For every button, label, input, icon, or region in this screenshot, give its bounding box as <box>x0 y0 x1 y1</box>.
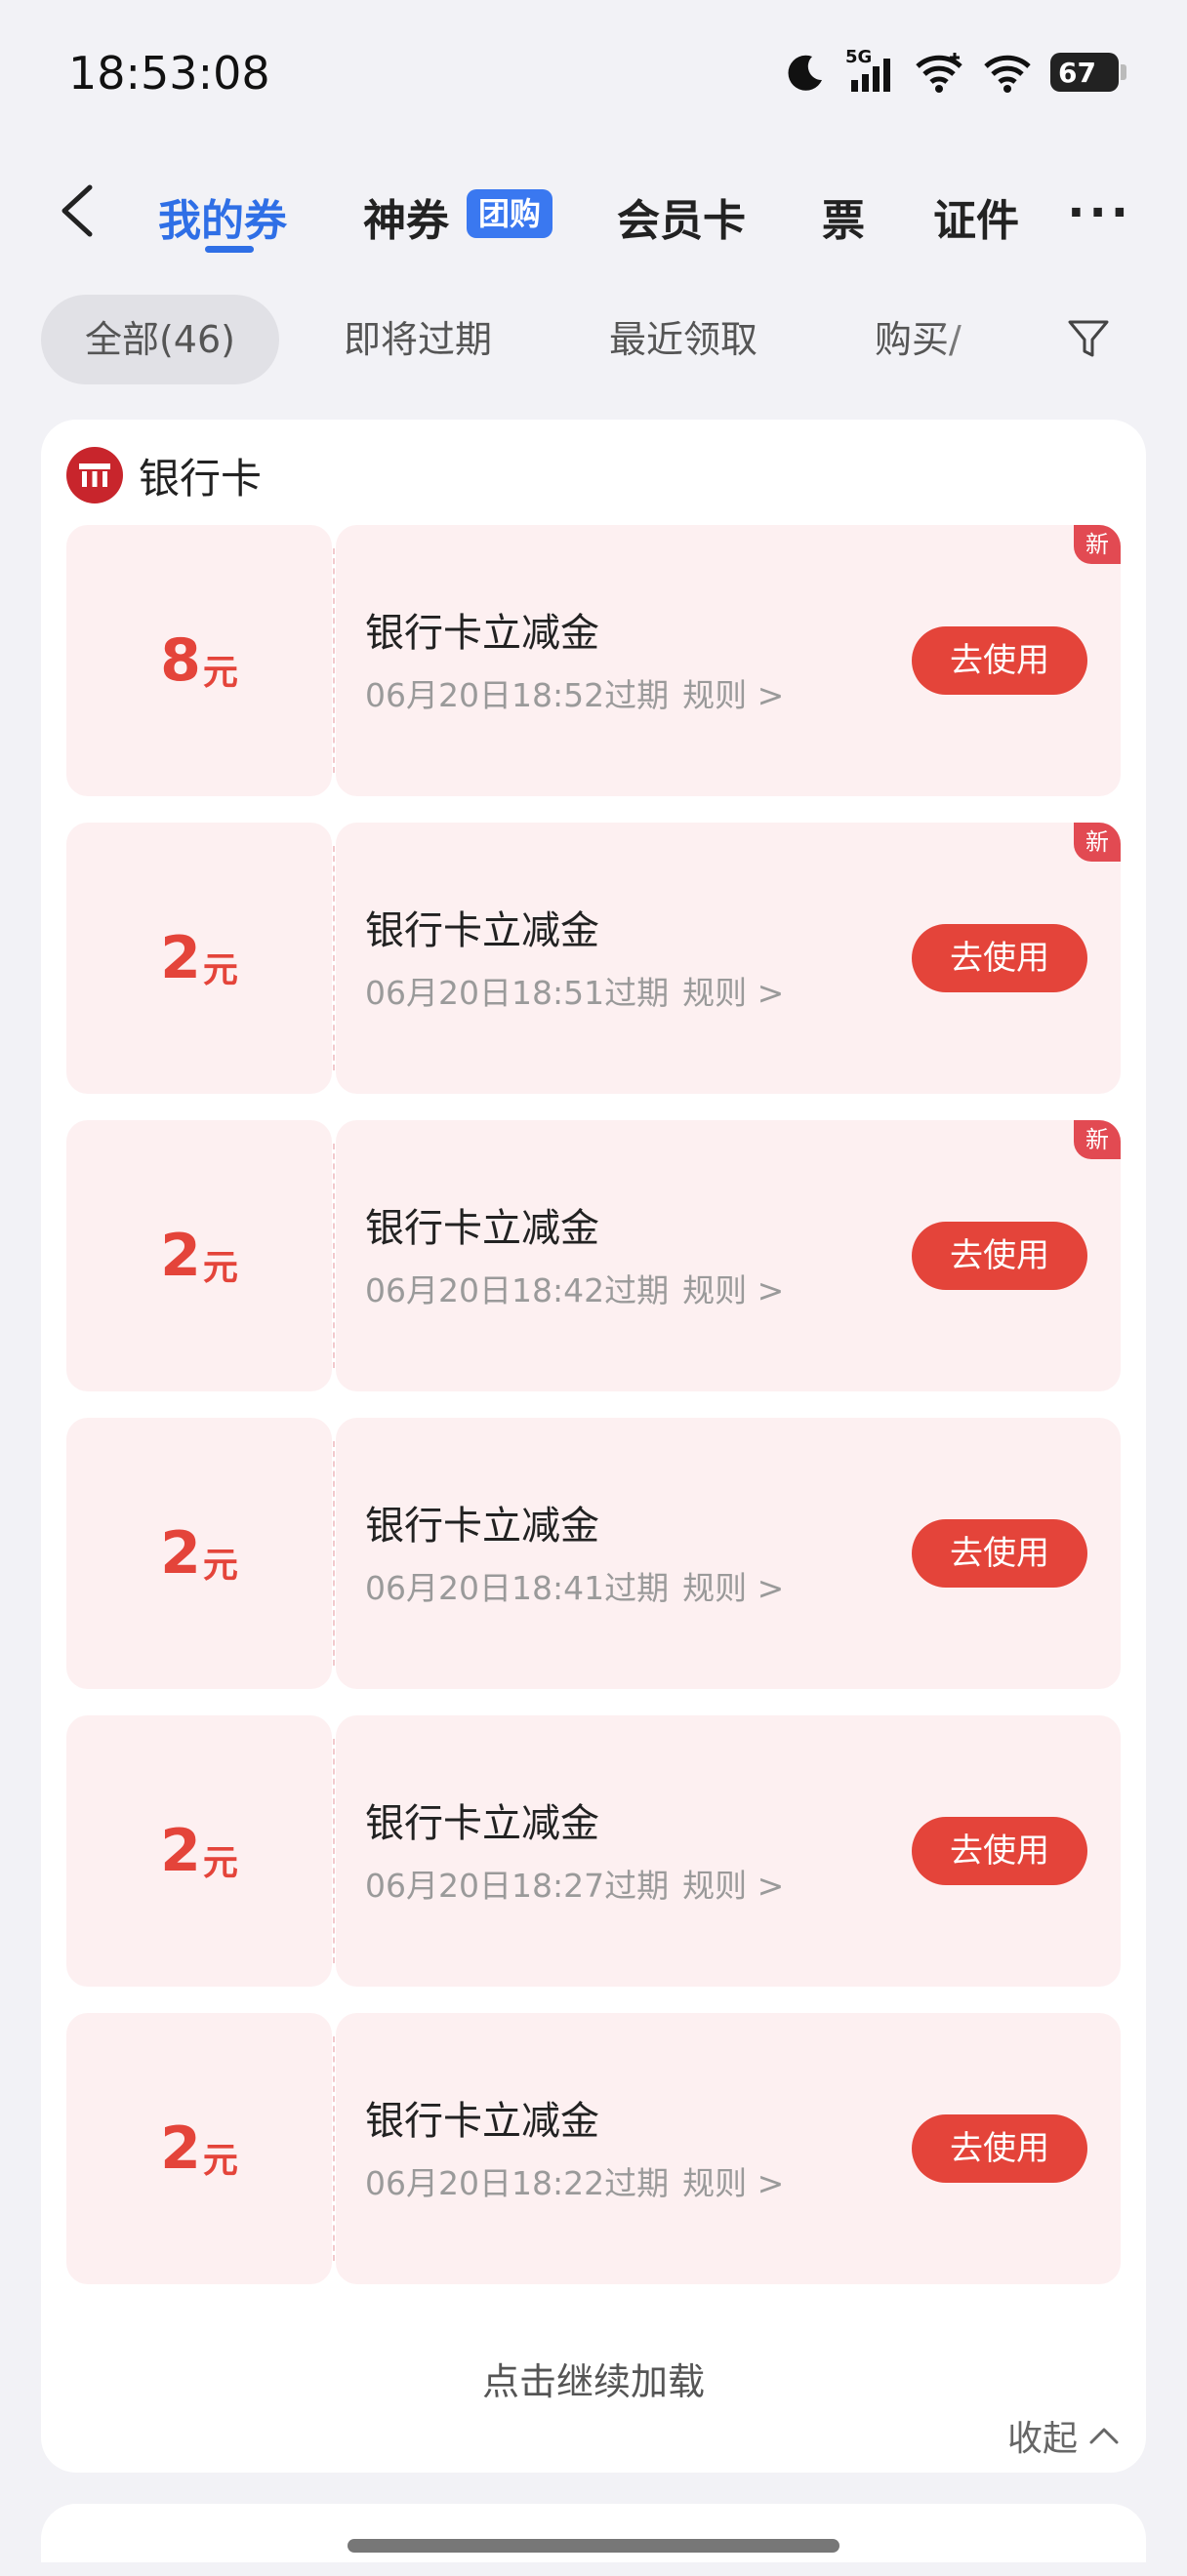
coupon-expiry-line: 06月20日18:27过期 规则 > <box>365 1860 784 1907</box>
new-tag: 新 <box>1074 525 1121 564</box>
status-icons: 5G 67 <box>785 47 1126 94</box>
group-buy-badge: 团购 <box>467 189 553 238</box>
coupon-amount-unit: 元 <box>202 653 238 693</box>
coupon-expiry-line: 06月20日18:42过期 规则 > <box>365 1265 784 1311</box>
tab-super-coupons[interactable]: 神券 <box>363 185 449 248</box>
coupon-rule-link[interactable]: 规则 > <box>682 1569 784 1607</box>
coupon-title: 银行卡立减金 <box>365 1801 599 1846</box>
filter-chip-expiring[interactable]: 即将过期 <box>344 295 492 384</box>
coupon-amount: 2 元 <box>66 1715 332 1987</box>
coupon-expiry: 06月20日18:22过期 <box>365 2164 670 2202</box>
filter-chip-recent[interactable]: 最近领取 <box>609 295 757 384</box>
coupon-expiry: 06月20日18:27过期 <box>365 1867 670 1905</box>
coupon-expiry-line: 06月20日18:51过期 规则 > <box>365 967 784 1014</box>
use-coupon-button[interactable]: 去使用 <box>912 1222 1087 1290</box>
coupon-expiry-line: 06月20日18:22过期 规则 > <box>365 2157 784 2204</box>
coupon-item[interactable]: 2 元 银行卡立减金 06月20日18:22过期 规则 > 去使用 <box>66 2013 1121 2284</box>
coupon-divider <box>333 1144 335 1368</box>
coupon-expiry-line: 06月20日18:52过期 规则 > <box>365 669 784 716</box>
coupon-divider <box>333 2036 335 2261</box>
coupon-amount-unit: 元 <box>202 1546 238 1586</box>
coupon-expiry: 06月20日18:52过期 <box>365 676 670 714</box>
tab-membership-card[interactable]: 会员卡 <box>617 185 746 248</box>
coupon-amount-value: 2 <box>160 2114 201 2183</box>
coupon-title: 银行卡立减金 <box>365 1504 599 1549</box>
collapse-label: 收起 <box>1006 2419 1078 2459</box>
bank-icon <box>66 447 123 503</box>
coupon-item[interactable]: 2 元 银行卡立减金 06月20日18:42过期 规则 > 去使用 新 <box>66 1120 1121 1391</box>
coupon-title: 银行卡立减金 <box>365 611 599 656</box>
coupon-rule-link[interactable]: 规则 > <box>682 1271 784 1309</box>
filter-chip-all[interactable]: 全部(46) <box>41 295 279 384</box>
coupon-amount-value: 8 <box>160 626 201 695</box>
coupon-amount-unit: 元 <box>202 950 238 990</box>
coupon-title: 银行卡立减金 <box>365 1206 599 1251</box>
coupon-expiry-line: 06月20日18:41过期 规则 > <box>365 1562 784 1609</box>
coupon-amount-value: 2 <box>160 1519 201 1588</box>
coupon-expiry: 06月20日18:42过期 <box>365 1271 670 1309</box>
tab-tickets[interactable]: 票 <box>822 185 865 248</box>
section-title: 银行卡 <box>139 454 263 503</box>
coupon-divider <box>333 1739 335 1963</box>
tab-my-coupons[interactable]: 我的券 <box>158 185 287 248</box>
coupon-rule-link[interactable]: 规则 > <box>682 676 784 714</box>
filter-bar: 全部(46) 即将过期 最近领取 购买/ <box>0 293 1187 386</box>
coupon-rule-link[interactable]: 规则 > <box>682 1867 784 1905</box>
battery-icon: 67 <box>1050 53 1126 92</box>
coupon-amount-unit: 元 <box>202 2141 238 2181</box>
use-coupon-button[interactable]: 去使用 <box>912 2114 1087 2183</box>
coupon-item[interactable]: 2 元 银行卡立减金 06月20日18:27过期 规则 > 去使用 <box>66 1715 1121 1987</box>
collapse-button[interactable]: 收起 <box>1007 2410 1121 2461</box>
coupon-item[interactable]: 2 元 银行卡立减金 06月20日18:51过期 规则 > 去使用 新 <box>66 823 1121 1094</box>
coupon-divider <box>333 1441 335 1666</box>
back-arrow-icon[interactable] <box>51 181 109 240</box>
home-indicator[interactable] <box>348 2539 839 2553</box>
more-options-icon[interactable]: ··· <box>1067 185 1132 240</box>
load-more-button[interactable]: 点击继续加载 <box>41 2352 1146 2405</box>
coupon-item[interactable]: 2 元 银行卡立减金 06月20日18:41过期 规则 > 去使用 <box>66 1418 1121 1689</box>
coupon-amount: 2 元 <box>66 823 332 1094</box>
cellular-5g-icon: 5G <box>845 47 896 94</box>
use-coupon-button[interactable]: 去使用 <box>912 626 1087 695</box>
wifi-plus-icon <box>916 53 962 93</box>
coupon-amount-value: 2 <box>160 924 201 992</box>
status-bar: 18:53:08 5G 67 <box>0 0 1187 146</box>
coupon-expiry: 06月20日18:41过期 <box>365 1569 670 1607</box>
filter-funnel-icon[interactable] <box>1064 314 1113 363</box>
coupon-amount-unit: 元 <box>202 1248 238 1288</box>
chevron-up-icon <box>1089 2428 1119 2444</box>
use-coupon-button[interactable]: 去使用 <box>912 1817 1087 1885</box>
top-nav: 我的券 神券 团购 会员卡 票 证件 ··· <box>0 176 1187 254</box>
clock: 18:53:08 <box>68 47 270 100</box>
coupon-divider <box>333 846 335 1070</box>
coupon-divider <box>333 548 335 773</box>
bank-card-coupons-section: 银行卡 8 元 银行卡立减金 06月20日18:52过期 规则 > 去使用 新 2… <box>41 420 1146 2473</box>
coupon-rule-link[interactable]: 规则 > <box>682 974 784 1012</box>
new-tag: 新 <box>1074 823 1121 862</box>
coupon-rule-link[interactable]: 规则 > <box>682 2164 784 2202</box>
coupon-amount-value: 2 <box>160 1817 201 1885</box>
battery-level: 67 <box>1058 56 1096 89</box>
moon-icon <box>788 55 822 91</box>
coupon-amount-unit: 元 <box>202 1843 238 1883</box>
scroll-fade <box>937 293 1015 386</box>
new-tag: 新 <box>1074 1120 1121 1159</box>
coupon-title: 银行卡立减金 <box>365 2099 599 2144</box>
use-coupon-button[interactable]: 去使用 <box>912 924 1087 992</box>
coupon-amount: 2 元 <box>66 1418 332 1689</box>
use-coupon-button[interactable]: 去使用 <box>912 1519 1087 1588</box>
coupon-title: 银行卡立减金 <box>365 908 599 953</box>
coupon-amount: 8 元 <box>66 525 332 796</box>
coupon-amount: 2 元 <box>66 1120 332 1391</box>
active-tab-indicator <box>205 246 254 253</box>
coupon-amount-value: 2 <box>160 1222 201 1290</box>
tab-documents[interactable]: 证件 <box>933 185 1019 248</box>
wifi-icon <box>984 55 1031 93</box>
next-section-card <box>41 2504 1146 2562</box>
coupon-amount: 2 元 <box>66 2013 332 2284</box>
coupon-item[interactable]: 8 元 银行卡立减金 06月20日18:52过期 规则 > 去使用 新 <box>66 525 1121 796</box>
section-header: 银行卡 <box>66 443 262 507</box>
coupon-expiry: 06月20日18:51过期 <box>365 974 670 1012</box>
